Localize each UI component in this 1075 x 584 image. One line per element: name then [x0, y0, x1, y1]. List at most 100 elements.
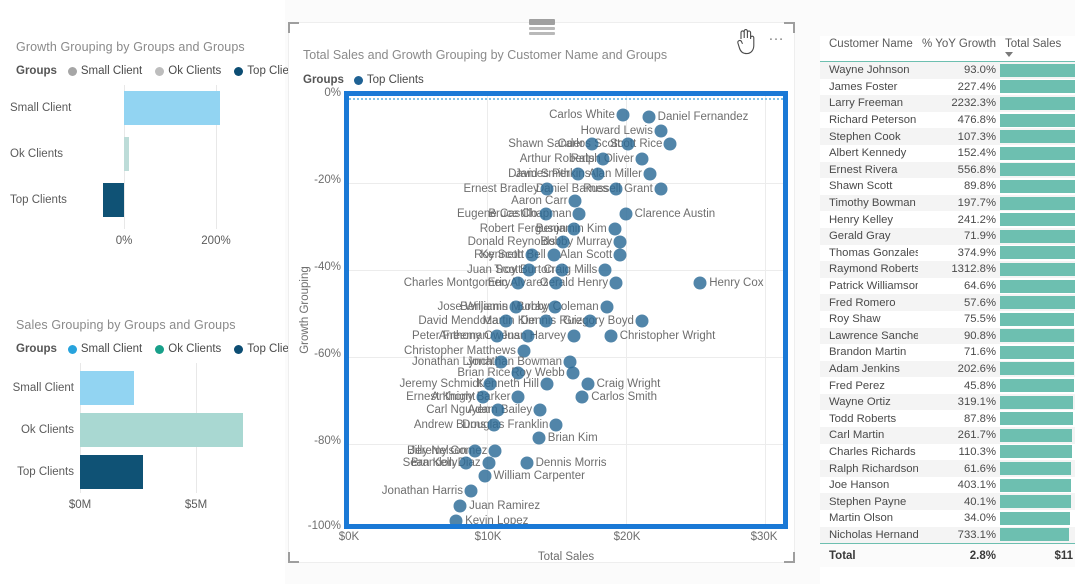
scatter-point[interactable]	[621, 137, 635, 151]
growth-grouping-visual[interactable]: Growth Grouping by Groups and Groups Gro…	[0, 40, 304, 255]
scatter-point[interactable]	[616, 108, 630, 122]
resize-handle-top-left[interactable]	[288, 22, 299, 33]
table-row[interactable]: Gerald Gray 71.9%	[820, 227, 1075, 245]
more-options-button[interactable]: …	[768, 28, 786, 44]
table-row[interactable]: Adam Jenkins 202.6%	[820, 360, 1075, 378]
table-row[interactable]: Wayne Ortiz 319.1%	[820, 393, 1075, 411]
scatter-point[interactable]	[453, 499, 467, 513]
bar-small-client[interactable]	[124, 91, 220, 125]
scatter-point[interactable]	[571, 167, 585, 181]
scatter-point[interactable]	[520, 456, 534, 470]
scatter-point[interactable]	[600, 300, 614, 314]
scatter-point[interactable]	[487, 418, 501, 432]
table-row[interactable]: Stephen Cook 107.3%	[820, 128, 1075, 145]
table-row[interactable]: Albert Kennedy 152.4%	[820, 145, 1075, 162]
scatter-point[interactable]	[522, 263, 536, 277]
scatter-point[interactable]	[566, 366, 580, 380]
scatter-plot-area[interactable]: Daniel Fernandez Carlos White Howard Lewis…	[349, 96, 783, 524]
scatter-point[interactable]	[567, 329, 581, 343]
scatter-point[interactable]	[488, 444, 502, 458]
scatter-point[interactable]	[511, 390, 525, 404]
sales-grouping-visual[interactable]: Sales Grouping by Groups and Groups Grou…	[0, 318, 304, 515]
scatter-point[interactable]	[540, 377, 554, 391]
scatter-point[interactable]	[483, 377, 497, 391]
column-header-customer-name[interactable]: Customer Name	[820, 38, 918, 50]
scatter-point[interactable]	[581, 377, 595, 391]
scatter-point[interactable]	[464, 484, 478, 498]
scatter-point[interactable]	[555, 263, 569, 277]
table-row[interactable]: Lawrence Sanchez 90.8%	[820, 327, 1075, 345]
bar-small-client[interactable]	[80, 371, 134, 405]
table-row[interactable]: Brandon Martin 71.6%	[820, 344, 1075, 361]
column-header-yoy-growth[interactable]: % YoY Growth	[918, 38, 996, 50]
table-row[interactable]: Wayne Johnson 93.0%	[820, 62, 1075, 79]
scatter-point[interactable]	[525, 248, 539, 262]
legend-item-ok-clients[interactable]: Ok Clients	[155, 65, 221, 77]
scatter-point[interactable]	[613, 235, 627, 249]
table-row[interactable]: Carl Martin 261.7%	[820, 427, 1075, 444]
scatter-point[interactable]	[654, 124, 668, 138]
table-row[interactable]: Joe Hanson 403.1%	[820, 477, 1075, 494]
scatter-point[interactable]	[598, 263, 612, 277]
scatter-point[interactable]	[490, 329, 504, 343]
scatter-point[interactable]	[663, 137, 677, 151]
scatter-point[interactable]	[585, 137, 599, 151]
table-row[interactable]: Larry Freeman 2232.3%	[820, 95, 1075, 112]
scatter-point[interactable]	[468, 444, 482, 458]
scatter-point[interactable]	[540, 182, 554, 196]
table-row[interactable]: Patrick Williamson 64.6%	[820, 278, 1075, 295]
scatter-point[interactable]	[654, 182, 668, 196]
table-row[interactable]: Charles Richards 110.3%	[820, 444, 1075, 461]
bar-ok-clients[interactable]	[80, 413, 243, 447]
table-row[interactable]: Shawn Scott 89.8%	[820, 178, 1075, 195]
table-row[interactable]: Todd Roberts 87.8%	[820, 410, 1075, 427]
drag-handle-icon[interactable]	[528, 19, 555, 37]
growth-grouping-plot[interactable]: Small Client Ok Clients Top Clients 0% 2…	[0, 85, 285, 255]
scatter-point[interactable]	[613, 248, 627, 262]
scatter-point[interactable]	[567, 222, 581, 236]
scatter-point[interactable]	[491, 403, 505, 417]
scatter-point[interactable]	[482, 456, 496, 470]
scatter-point[interactable]	[556, 235, 570, 249]
scatter-point[interactable]	[511, 276, 525, 290]
legend-item-small-client[interactable]: Small Client	[67, 65, 142, 77]
scatter-point[interactable]	[572, 207, 586, 221]
scatter-point[interactable]	[521, 329, 535, 343]
table-row[interactable]: Ralph Richardson 61.6%	[820, 460, 1075, 477]
bar-top-clients[interactable]	[103, 183, 124, 217]
scatter-point[interactable]	[643, 167, 657, 181]
table-row[interactable]: Raymond Roberts 1312.8%	[820, 261, 1075, 278]
scatter-point[interactable]	[532, 431, 546, 445]
scatter-point[interactable]	[568, 194, 582, 208]
table-row[interactable]: Thomas Gonzales 374.9%	[820, 245, 1075, 262]
table-row[interactable]: Stephen Payne 40.1%	[820, 493, 1075, 511]
legend-item-ok-clients[interactable]: Ok Clients	[155, 343, 221, 355]
scatter-plot-selected-frame[interactable]: Daniel Fernandez Carlos White Howard Lewis…	[344, 91, 788, 529]
scatter-point[interactable]	[608, 222, 622, 236]
scatter-point[interactable]	[478, 469, 492, 483]
scatter-visual[interactable]: … Total Sales and Growth Grouping by Cus…	[288, 19, 795, 563]
sales-grouping-plot[interactable]: Small Client Ok Clients Top Clients $0M …	[0, 363, 285, 515]
scatter-point[interactable]	[609, 276, 623, 290]
bar-ok-clients[interactable]	[124, 137, 129, 171]
table-row[interactable]: Ernest Rivera 556.8%	[820, 161, 1075, 179]
table-row[interactable]: Nicholas Hernandez 733.1%	[820, 526, 1075, 544]
scatter-point[interactable]	[635, 152, 649, 166]
scatter-point[interactable]	[549, 418, 563, 432]
scatter-point[interactable]	[499, 314, 513, 328]
scatter-point[interactable]	[609, 182, 623, 196]
scatter-point[interactable]	[548, 300, 562, 314]
customer-table-visual[interactable]: Customer Name % YoY Growth Total Sales W…	[820, 36, 1075, 584]
scatter-point[interactable]	[449, 514, 463, 524]
table-row[interactable]: Fred Romero 57.6%	[820, 294, 1075, 311]
scatter-point[interactable]	[642, 110, 656, 124]
scatter-point[interactable]	[596, 152, 610, 166]
table-row[interactable]: Richard Peterson 476.8%	[820, 112, 1075, 129]
scatter-point[interactable]	[509, 300, 523, 314]
scatter-point[interactable]	[635, 314, 649, 328]
scatter-point[interactable]	[591, 167, 605, 181]
table-row[interactable]: James Foster 227.4%	[820, 79, 1075, 96]
bar-top-clients[interactable]	[80, 455, 143, 489]
scatter-point[interactable]	[539, 207, 553, 221]
scatter-point[interactable]	[575, 390, 589, 404]
